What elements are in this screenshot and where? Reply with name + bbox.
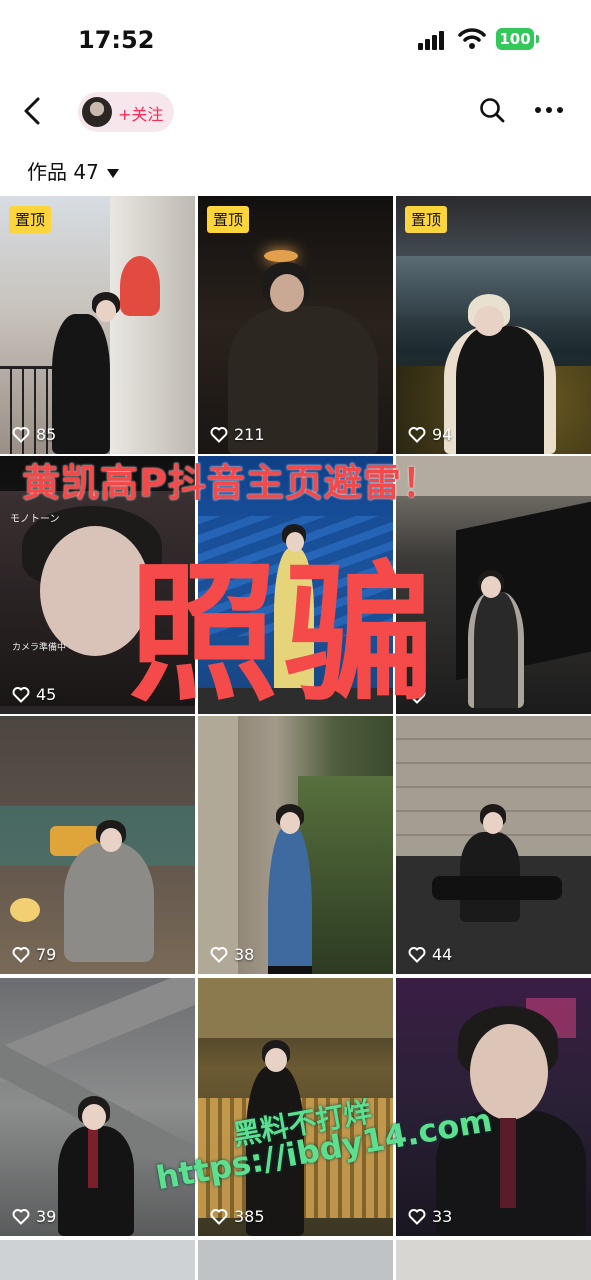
like-count: 33 [408, 1207, 452, 1226]
battery-icon: 100 [496, 28, 539, 50]
video-tile[interactable]: 置顶 94 [396, 196, 591, 454]
pinned-badge: 置顶 [9, 206, 52, 233]
top-nav: +关注 [0, 86, 591, 138]
video-tile[interactable] [0, 1240, 195, 1280]
works-dropdown[interactable]: 作品 47 [27, 156, 119, 185]
video-tile[interactable]: 33 [396, 978, 591, 1236]
overlay-title: 黄凯高P抖音主页避雷！ [22, 461, 441, 505]
heart-icon [210, 1209, 228, 1225]
cellular-signal-icon [418, 30, 448, 50]
more-icon[interactable] [534, 100, 564, 120]
heart-icon [12, 947, 30, 963]
like-count: 385 [210, 1207, 265, 1226]
like-count: 38 [210, 945, 254, 964]
video-tile[interactable]: 置顶 85 [0, 196, 195, 454]
follow-button[interactable]: +关注 [78, 92, 174, 132]
like-count: 79 [12, 945, 56, 964]
status-time: 17:52 [78, 26, 155, 54]
tile-caption-bottom: カメラ準備中 [12, 643, 67, 653]
video-tile[interactable]: 置顶 211 [198, 196, 393, 454]
video-tile[interactable]: 39 [0, 978, 195, 1236]
heart-icon [12, 427, 30, 443]
heart-icon [210, 947, 228, 963]
like-count: 39 [12, 1207, 56, 1226]
heart-icon [12, 1209, 30, 1225]
video-tile[interactable]: 38 [198, 716, 393, 974]
caret-down-icon [106, 169, 119, 178]
back-arrow-icon[interactable] [18, 96, 48, 126]
like-count: 85 [12, 425, 56, 444]
search-icon[interactable] [478, 96, 506, 124]
heart-icon [408, 947, 426, 963]
like-count: 211 [210, 425, 265, 444]
video-tile[interactable] [396, 1240, 591, 1280]
wifi-icon [458, 28, 486, 49]
video-tile[interactable]: 44 [396, 716, 591, 974]
like-count: 45 [12, 685, 56, 704]
pinned-badge: 置顶 [207, 206, 250, 233]
like-count: 94 [408, 425, 452, 444]
heart-icon [12, 687, 30, 703]
status-bar: 17:52 100 [0, 0, 591, 80]
pinned-badge: 置顶 [405, 206, 448, 233]
works-label: 作品 47 [27, 160, 99, 184]
video-tile[interactable]: 79 [0, 716, 195, 974]
heart-icon [408, 427, 426, 443]
heart-icon [210, 427, 228, 443]
follow-label: +关注 [118, 105, 164, 124]
like-count: 44 [408, 945, 452, 964]
tile-caption-top: モノトーン [10, 514, 60, 525]
heart-icon [408, 1209, 426, 1225]
avatar[interactable] [82, 97, 112, 127]
video-tile[interactable] [198, 1240, 393, 1280]
overlay-big-text: 照骗 [128, 548, 441, 722]
